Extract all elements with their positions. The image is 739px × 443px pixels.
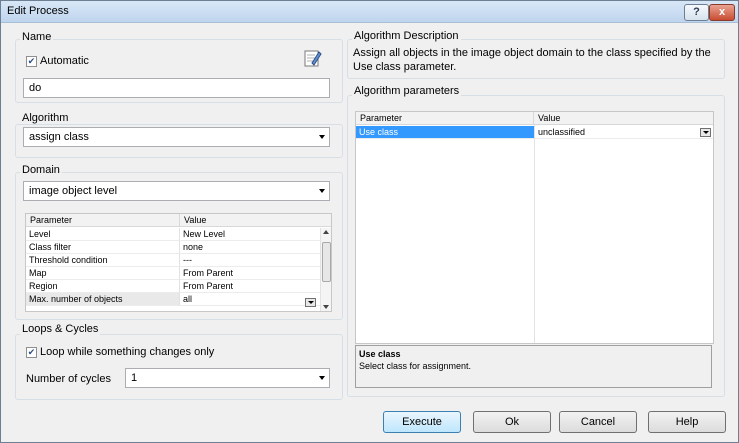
close-button[interactable]: x: [709, 4, 735, 21]
title-help-button[interactable]: ?: [684, 4, 709, 21]
help-button[interactable]: Help: [648, 411, 726, 433]
domain-param-region[interactable]: Region: [26, 280, 180, 293]
params-group-label: Algorithm parameters: [352, 85, 462, 97]
ok-button[interactable]: Ok: [473, 411, 551, 433]
cycles-select-value: 1: [131, 372, 138, 384]
parameter-info-text: Select class for assignment.: [359, 361, 472, 371]
title-bar: Edit Process ? x: [1, 1, 738, 23]
domain-value-map[interactable]: From Parent: [180, 267, 320, 280]
domain-value-region[interactable]: From Parent: [180, 280, 320, 293]
algorithm-description-text: Assign all objects in the image object d…: [353, 47, 711, 73]
grid-header-value: Value: [180, 214, 331, 227]
automatic-label: Automatic: [40, 55, 89, 67]
grid-header-value: Value: [534, 112, 713, 125]
algorithm-select-value: assign class: [29, 131, 89, 143]
domain-grid-scrollbar[interactable]: [320, 228, 331, 311]
loops-group: [15, 334, 343, 400]
algorithm-group-label: Algorithm: [20, 112, 71, 124]
use-class-dropdown-button[interactable]: [700, 128, 711, 137]
loop-label: Loop while something changes only: [40, 346, 215, 358]
algorithm-parameter-grid: Parameter Value Use class unclassified: [355, 111, 714, 344]
chevron-down-icon: [319, 376, 325, 380]
scroll-up-icon[interactable]: [323, 230, 329, 234]
cycles-select[interactable]: 1: [125, 368, 330, 388]
domain-param-map[interactable]: Map: [26, 267, 180, 280]
domain-value-threshold[interactable]: ---: [180, 254, 320, 267]
automatic-checkbox[interactable]: ✔: [26, 56, 37, 67]
name-group-label: Name: [20, 31, 54, 43]
domain-param-threshold[interactable]: Threshold condition: [26, 254, 180, 267]
domain-value-class-filter[interactable]: none: [180, 241, 320, 254]
domain-select[interactable]: image object level: [23, 181, 330, 201]
scroll-thumb[interactable]: [322, 242, 331, 282]
parameter-info-box: Use class Select class for assignment.: [355, 345, 712, 388]
max-objects-dropdown-button[interactable]: [305, 298, 316, 307]
loop-checkbox[interactable]: ✔: [26, 347, 37, 358]
scroll-down-icon[interactable]: [323, 305, 329, 309]
domain-param-class-filter[interactable]: Class filter: [26, 241, 180, 254]
grid-header-parameter: Parameter: [26, 214, 180, 227]
cancel-button[interactable]: Cancel: [559, 411, 637, 433]
algorithm-select[interactable]: assign class: [23, 127, 330, 147]
cycles-label: Number of cycles: [26, 373, 111, 385]
column-divider: [534, 125, 535, 343]
window-title: Edit Process: [7, 5, 69, 17]
parameter-info-title: Use class: [359, 349, 401, 359]
edit-name-icon[interactable]: [304, 49, 322, 68]
loops-group-label: Loops & Cycles: [20, 323, 101, 335]
execute-button[interactable]: Execute: [383, 411, 461, 433]
domain-param-level[interactable]: Level: [26, 228, 180, 241]
param-use-class[interactable]: Use class: [356, 126, 534, 139]
grid-header-parameter: Parameter: [356, 112, 534, 125]
chevron-down-icon: [319, 189, 325, 193]
process-name-input[interactable]: do: [23, 78, 330, 98]
edit-process-dialog: Edit Process ? x Name ✔ Automatic do Alg…: [0, 0, 739, 443]
domain-group-label: Domain: [20, 164, 62, 176]
value-use-class[interactable]: unclassified: [535, 126, 713, 139]
chevron-down-icon: [319, 135, 325, 139]
domain-select-value: image object level: [29, 185, 118, 197]
description-group-label: Algorithm Description: [352, 30, 461, 42]
domain-value-level[interactable]: New Level: [180, 228, 320, 241]
domain-param-max-objects[interactable]: Max. number of objects: [26, 293, 180, 306]
domain-parameter-grid: Parameter Value Level New Level Class fi…: [25, 213, 332, 312]
domain-value-max-objects[interactable]: all: [180, 293, 320, 306]
